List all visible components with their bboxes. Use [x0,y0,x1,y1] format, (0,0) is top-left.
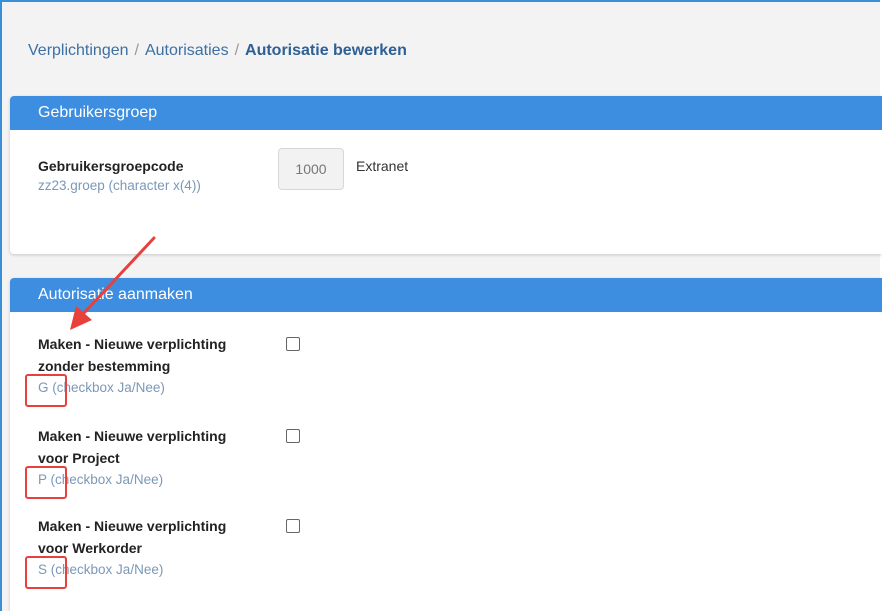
auth-item-label: Maken - Nieuwe verplichting [38,428,227,444]
auth-p-checkbox[interactable] [286,429,300,443]
auth-g-checkbox[interactable] [286,337,300,351]
breadcrumb-item-verplichtingen[interactable]: Verplichtingen [28,42,129,59]
breadcrumb-separator: / [134,42,139,59]
auth-item-label: Maken - Nieuwe verplichting [38,518,227,534]
auth-item-label: voor Werkorder [38,540,142,556]
highlight-box-s [25,556,67,589]
auth-s-checkbox[interactable] [286,519,300,533]
auth-item-type: (checkbox Ja/Nee) [52,380,165,395]
auth-item-label: Maken - Nieuwe verplichting [38,336,227,352]
gebruikersgroepcode-field[interactable]: 1000 [278,148,344,190]
auth-item-type: (checkbox Ja/Nee) [50,562,164,577]
highlight-box-g [25,374,67,407]
gebruikersgroepcode-label: Gebruikersgroepcode [38,158,184,174]
auth-item-label: voor Project [38,450,120,466]
gebruikersgroep-header: Gebruikersgroep [10,96,882,130]
auth-item-type: (checkbox Ja/Nee) [50,472,164,487]
gebruikersgroep-description: Extranet [356,158,409,174]
auth-item-label: zonder bestemming [38,358,171,374]
breadcrumb-item-autorisaties[interactable]: Autorisaties [145,42,229,59]
autorisatie-aanmaken-card: Autorisatie aanmaken Maken - Nieuwe verp… [10,278,882,611]
gebruikersgroep-card: Gebruikersgroep Gebruikersgroepcode zz23… [10,96,882,254]
highlight-box-p [25,466,67,499]
breadcrumb-separator: / [234,42,240,59]
gebruikersgroepcode-sub: zz23.groep (character x(4)) [38,178,201,193]
breadcrumb: Verplichtingen / Autorisaties / Autorisatie … [28,42,407,60]
breadcrumb-current: Autorisatie bewerken [245,42,407,59]
autorisatie-aanmaken-header: Autorisatie aanmaken [10,278,882,312]
